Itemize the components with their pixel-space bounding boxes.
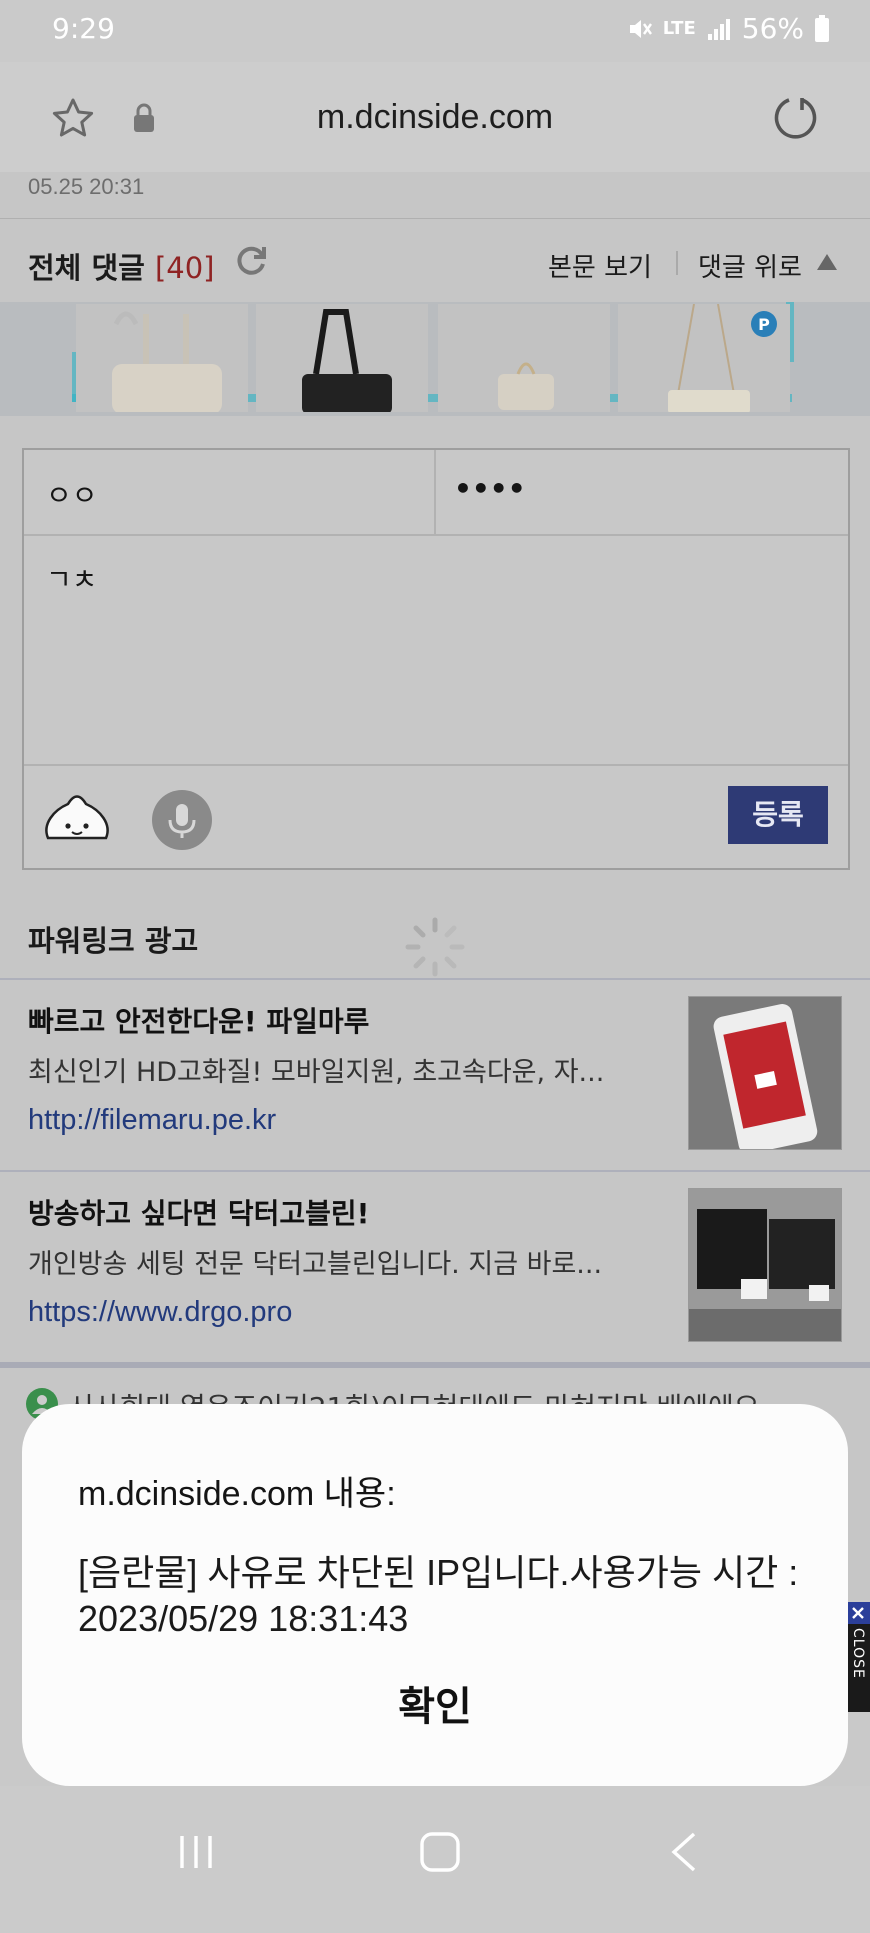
microphone-icon[interactable] (152, 790, 212, 850)
dumpling-emoticon-icon[interactable] (42, 788, 112, 850)
ok-button[interactable]: 확인 (22, 1674, 848, 1732)
product-image[interactable] (256, 304, 428, 414)
ad-close-tab[interactable]: CLOSE (846, 1602, 870, 1712)
view-body-link[interactable]: 본문 보기 (548, 247, 652, 284)
comments-title: 전체 댓글 (28, 251, 145, 285)
battery-percent: 56% (741, 12, 804, 45)
ad-thumbnail[interactable] (688, 1188, 842, 1342)
battery-icon (815, 14, 829, 42)
recent-apps-icon[interactable] (176, 1832, 216, 1872)
nickname-input[interactable]: ㅇㅇ (46, 474, 98, 514)
dialog-title: m.dcinside.com 내용: (78, 1475, 396, 1513)
submit-comment-button[interactable]: 등록 (728, 786, 828, 844)
loading-spinner-icon (405, 917, 465, 977)
comment-credentials-row: ㅇㅇ •••• (24, 450, 848, 536)
refresh-icon[interactable] (234, 243, 268, 277)
dialog-message: [음란물] 사유로 차단된 IP입니다.사용가능 시간 : 2023/05/29… (78, 1552, 799, 1639)
post-date: 05.25 20:31 (28, 174, 145, 199)
ad-description: 개인방송 세팅 전문 닥터고블린입니다. 지금 바로... (28, 1249, 603, 1280)
ad-url[interactable]: http://filemaru.pe.kr (28, 1104, 276, 1137)
triangle-up-icon[interactable] (816, 253, 838, 271)
password-input[interactable]: •••• (454, 472, 526, 505)
status-icons: LTE 56% (627, 12, 830, 45)
divider (0, 1362, 870, 1368)
ad-description: 최신인기 HD고화질! 모바일지원, 초고속다운, 자... (28, 1057, 605, 1088)
ad-title[interactable]: 방송하고 싶다면 닥터고블린! (28, 1192, 369, 1232)
powerlink-heading: 파워링크 광고 (28, 924, 199, 958)
ad-item[interactable]: 방송하고 싶다면 닥터고블린! 개인방송 세팅 전문 닥터고블린입니다. 지금 … (0, 1170, 870, 1362)
url-text[interactable]: m.dcinside.com (0, 98, 870, 137)
product-ad-banner[interactable]: P (0, 302, 870, 416)
ad-thumbnail[interactable] (688, 996, 842, 1154)
ad-url[interactable]: https://www.drgo.pro (28, 1296, 292, 1329)
system-nav-bar (0, 1786, 870, 1933)
svg-text:P: P (758, 315, 770, 334)
close-label[interactable]: CLOSE (846, 1628, 866, 1679)
product-image[interactable]: P (618, 303, 790, 414)
comment-count: [40] (154, 251, 215, 285)
divider (676, 251, 678, 275)
to-comments-top-link[interactable]: 댓글 위로 (698, 247, 802, 284)
comment-actions-row: 등록 (24, 764, 848, 870)
signal-icon (707, 18, 730, 40)
alert-dialog: m.dcinside.com 내용: [음란물] 사유로 차단된 IP입니다.사… (22, 1404, 848, 1786)
status-time: 9:29 (52, 12, 115, 45)
comment-textarea[interactable]: ㄱㅊ (46, 558, 98, 598)
browser-url-bar: m.dcinside.com (0, 62, 870, 174)
page-content: 05.25 20:31 전체 댓글 [40] 본문 보기 댓글 위로 P ㅇㅇ (0, 172, 870, 1600)
network-type: LTE (662, 18, 696, 39)
status-bar: 9:29 LTE 56% (0, 0, 870, 62)
back-icon[interactable] (664, 1830, 704, 1874)
reload-icon[interactable] (772, 94, 820, 142)
home-icon[interactable] (418, 1830, 462, 1874)
ad-title[interactable]: 빠르고 안전한다운! 파일마루 (28, 1000, 369, 1040)
comments-header: 전체 댓글 [40] 본문 보기 댓글 위로 (0, 218, 870, 304)
divider (434, 450, 436, 534)
ad-item[interactable]: 빠르고 안전한다운! 파일마루 최신인기 HD고화질! 모바일지원, 초고속다운… (0, 978, 870, 1170)
comment-form: ㅇㅇ •••• ㄱㅊ 등록 (22, 448, 850, 870)
mute-icon (629, 19, 652, 38)
product-image[interactable] (438, 304, 610, 412)
close-icon[interactable] (846, 1602, 870, 1624)
product-image[interactable] (76, 304, 248, 414)
comments-title-wrap: 전체 댓글 [40] (28, 245, 214, 287)
